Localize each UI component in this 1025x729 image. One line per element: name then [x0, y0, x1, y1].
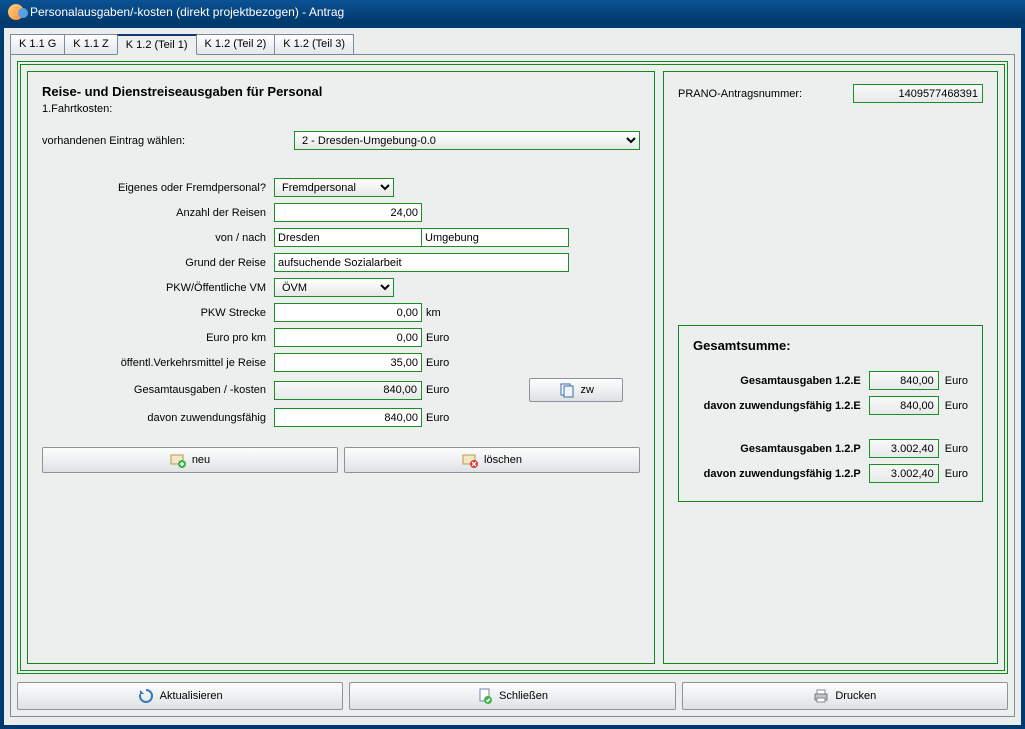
sum-label-12p-zw: davon zuwendungsfähig 1.2.P: [693, 468, 869, 480]
davon-unit: Euro: [422, 412, 449, 424]
von-input[interactable]: [274, 228, 422, 247]
tab-k11z[interactable]: K 1.1 Z: [64, 34, 117, 54]
strecke-unit: km: [422, 307, 441, 319]
section-heading: Reise- und Dienstreiseausgaben für Perso…: [42, 84, 640, 99]
grund-input[interactable]: [274, 253, 569, 272]
gesamt-unit: Euro: [422, 384, 449, 396]
entry-select[interactable]: 2 - Dresden-Umgebung-0.0: [294, 131, 640, 150]
sum-value-12e: 840,00: [869, 371, 939, 390]
summary-panel: PRANO-Antragsnummer: 1409577468391 Gesam…: [663, 71, 998, 664]
sum-unit-12e-zw: Euro: [939, 400, 968, 412]
zw-button[interactable]: zw: [529, 378, 623, 402]
sum-unit-12e: Euro: [939, 375, 968, 387]
sum-unit-12p-zw: Euro: [939, 468, 968, 480]
sum-value-12e-zw: 840,00: [869, 396, 939, 415]
eurokm-unit: Euro: [422, 332, 449, 344]
schliessen-button[interactable]: Schließen: [349, 682, 675, 710]
refresh-icon: [138, 688, 154, 704]
app-window: Personalausgaben/-kosten (direkt projekt…: [0, 0, 1025, 729]
window-title: Personalausgaben/-kosten (direkt projekt…: [30, 5, 344, 19]
anzahl-input[interactable]: [274, 203, 422, 222]
sum-label-12e-zw: davon zuwendungsfähig 1.2.E: [693, 400, 869, 412]
eurokm-input[interactable]: [274, 328, 422, 347]
personal-label: Eigenes oder Fremdpersonal?: [42, 182, 274, 194]
oeff-unit: Euro: [422, 357, 449, 369]
tab-k12-teil3[interactable]: K 1.2 (Teil 3): [274, 34, 354, 54]
sum-value-12p: 3.002,40: [869, 439, 939, 458]
add-icon: [170, 452, 186, 468]
oeff-input[interactable]: [274, 353, 422, 372]
oeff-label: öffentl.Verkehrsmittel je Reise: [42, 357, 274, 369]
tab-k12-teil2[interactable]: K 1.2 (Teil 2): [196, 34, 276, 54]
gesamt-label: Gesamtausgaben / -kosten: [42, 384, 274, 396]
eurokm-label: Euro pro km: [42, 332, 274, 344]
personal-select[interactable]: Fremdpersonal: [274, 178, 394, 197]
sum-unit-12p: Euro: [939, 443, 968, 455]
strecke-input[interactable]: [274, 303, 422, 322]
tab-strip: K 1.1 G K 1.1 Z K 1.2 (Teil 1) K 1.2 (Te…: [10, 34, 1015, 54]
footer-buttons: Aktualisieren Schließen Drucken: [17, 682, 1008, 710]
travel-costs-panel: Reise- und Dienstreiseausgaben für Perso…: [27, 71, 655, 664]
section-subhead: 1.Fahrtkosten:: [42, 103, 640, 115]
sum-label-12e: Gesamtausgaben 1.2.E: [693, 375, 869, 387]
davon-input[interactable]: [274, 408, 422, 427]
strecke-label: PKW Strecke: [42, 307, 274, 319]
tab-pane: Reise- und Dienstreiseausgaben für Perso…: [10, 54, 1015, 717]
gesamt-value: 840,00: [274, 381, 422, 400]
sum-label-12p: Gesamtausgaben 1.2.P: [693, 443, 869, 455]
close-document-icon: [477, 688, 493, 704]
prano-label: PRANO-Antragsnummer:: [678, 88, 853, 100]
inner-area: Reise- und Dienstreiseausgaben für Perso…: [20, 64, 1005, 671]
tab-k11g[interactable]: K 1.1 G: [10, 34, 65, 54]
prano-value: 1409577468391: [853, 84, 983, 103]
outer-border: Reise- und Dienstreiseausgaben für Perso…: [17, 61, 1008, 674]
drucken-button[interactable]: Drucken: [682, 682, 1008, 710]
grund-label: Grund der Reise: [42, 257, 274, 269]
content-area: K 1.1 G K 1.1 Z K 1.2 (Teil 1) K 1.2 (Te…: [4, 28, 1021, 725]
davon-label: davon zuwendungsfähig: [42, 412, 274, 424]
sum-value-12p-zw: 3.002,40: [869, 464, 939, 483]
neu-button[interactable]: neu: [42, 447, 338, 473]
totals-box: Gesamtsumme: Gesamtausgaben 1.2.E 840,00…: [678, 325, 983, 502]
aktualisieren-button[interactable]: Aktualisieren: [17, 682, 343, 710]
copy-icon: [559, 382, 575, 398]
print-icon: [813, 688, 829, 704]
delete-icon: [462, 452, 478, 468]
title-bar: Personalausgaben/-kosten (direkt projekt…: [0, 0, 1025, 24]
totals-heading: Gesamtsumme:: [693, 338, 968, 353]
anzahl-label: Anzahl der Reisen: [42, 207, 274, 219]
tab-k12-teil1[interactable]: K 1.2 (Teil 1): [117, 34, 197, 55]
pkwvm-label: PKW/Öffentliche VM: [42, 282, 274, 294]
app-icon: [8, 4, 24, 20]
pkwvm-select[interactable]: ÖVM: [274, 278, 394, 297]
vonnach-label: von / nach: [42, 232, 274, 244]
nach-input[interactable]: [421, 228, 569, 247]
entry-select-label: vorhandenen Eintrag wählen:: [42, 135, 294, 147]
loeschen-button[interactable]: löschen: [344, 447, 640, 473]
